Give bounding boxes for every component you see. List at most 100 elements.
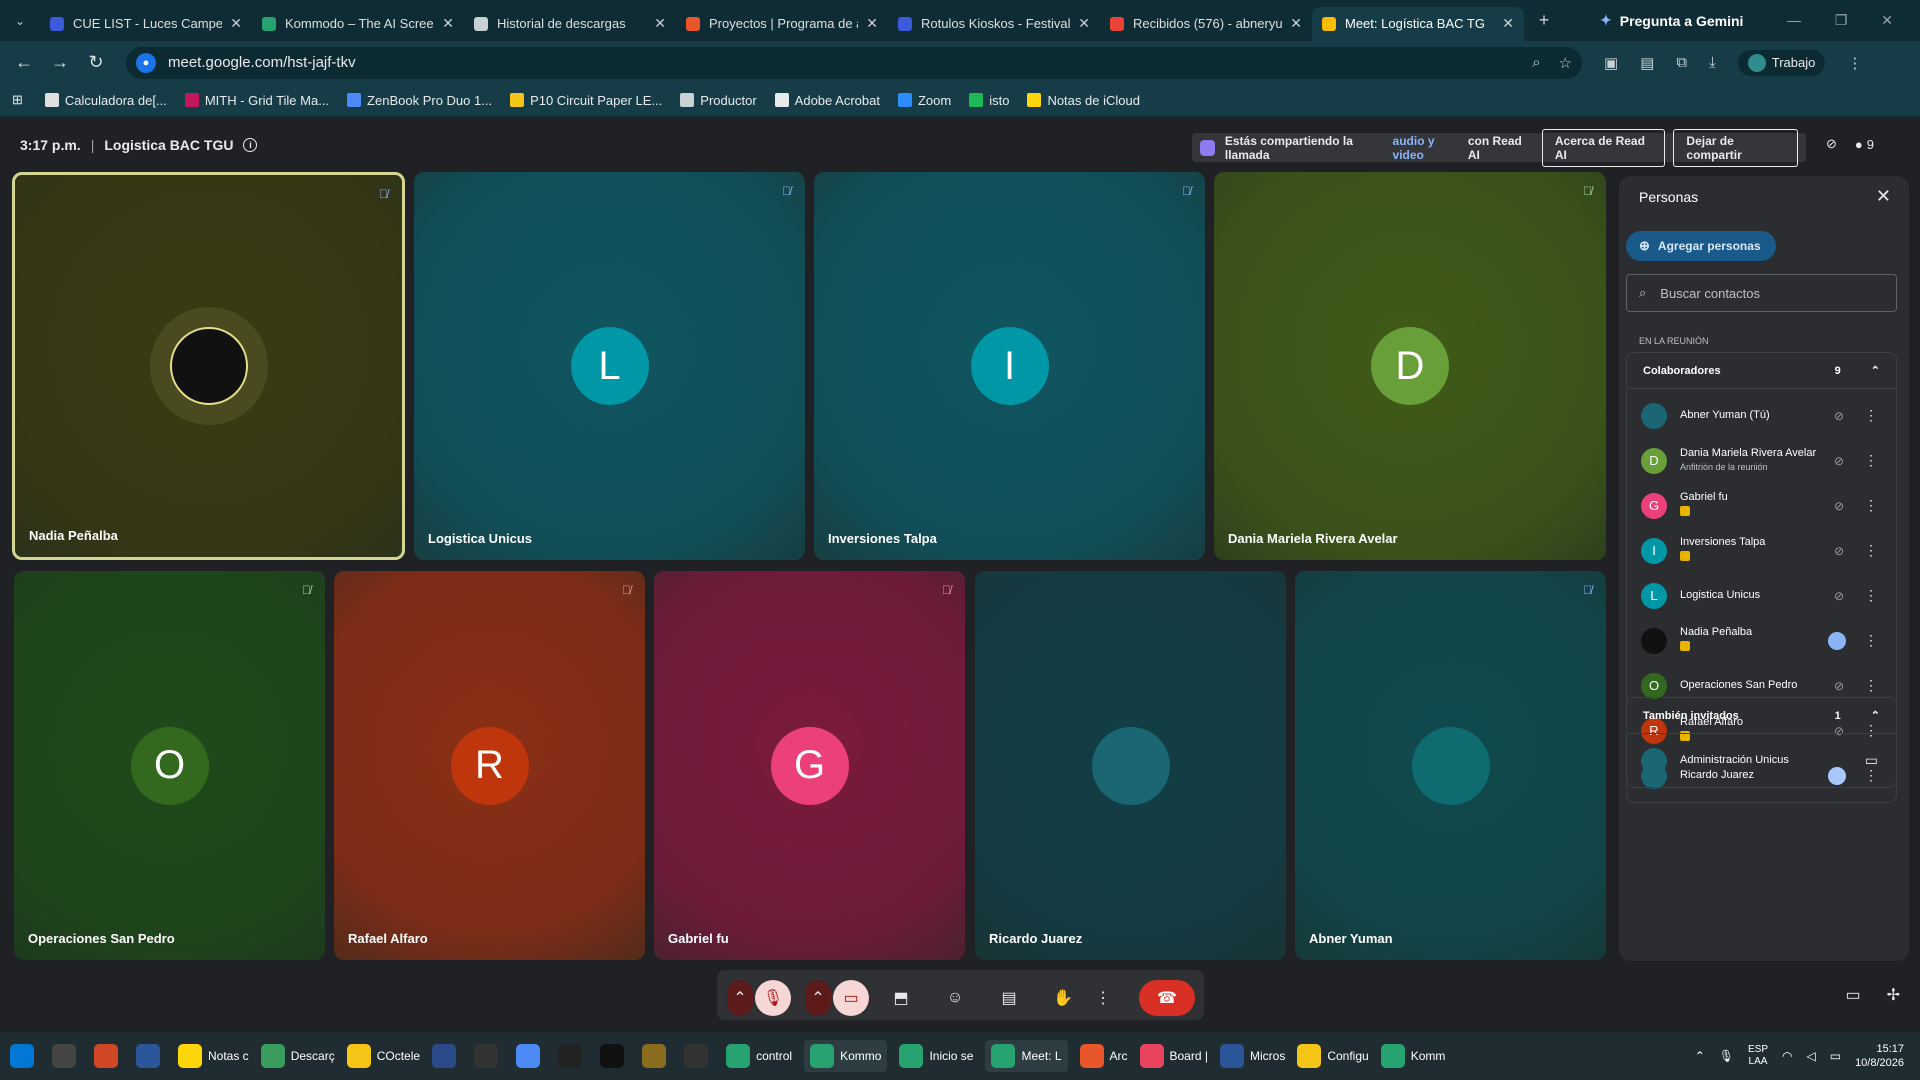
browser-tab[interactable]: Recibidos (576) - abneryun ✕ [1100, 7, 1312, 41]
audio-options-icon[interactable]: ⌃ [727, 980, 753, 1016]
back-icon[interactable]: ← [6, 52, 42, 73]
person-more-icon[interactable]: ⋮ [1864, 407, 1878, 424]
taskbar-app[interactable]: Micros [1219, 1044, 1285, 1068]
close-tab-icon[interactable]: ✕ [230, 15, 242, 32]
more-options-icon[interactable]: ⋮ [1093, 980, 1113, 1016]
participant-tile[interactable]: 🎙̸ R Rafael Alfaro [334, 571, 645, 960]
close-tab-icon[interactable]: ✕ [654, 15, 666, 32]
download-icon[interactable]: ⤓ [1709, 54, 1716, 71]
bookmark-item[interactable]: isto [969, 93, 1009, 108]
gemini-button[interactable]: ✦ Pregunta a Gemini [1600, 12, 1743, 29]
bookmark-item[interactable]: MITH - Grid Tile Ma... [184, 93, 329, 108]
taskbar-app[interactable]: Configu [1297, 1044, 1369, 1068]
close-panel-icon[interactable]: ✕ [1876, 186, 1891, 207]
bookmark-star-icon[interactable]: ☆ [1559, 54, 1572, 72]
contact-search-input[interactable]: ⌕ Buscar contactos [1626, 274, 1897, 312]
chevron-up-icon[interactable]: ⌃ [1871, 709, 1880, 722]
participant-tile[interactable]: 🎙̸ I Inversiones Talpa [814, 172, 1205, 560]
person-more-icon[interactable]: ⋮ [1864, 677, 1878, 694]
add-people-button[interactable]: ⊕ Agregar personas [1626, 231, 1776, 261]
participant-tile[interactable]: 🎙̸ G Gabriel fu [654, 571, 965, 960]
person-more-icon[interactable]: ⋮ [1864, 587, 1878, 604]
mic-muted-icon[interactable]: ⊘ [1834, 589, 1844, 603]
participant-list-item[interactable]: G Gabriel fu ⊘ ⋮ [1627, 483, 1896, 528]
close-window-icon[interactable]: ✕ [1881, 12, 1893, 29]
browser-tab[interactable]: Rotulos Kioskos - Festival ✕ [888, 7, 1100, 41]
browser-tab[interactable]: Historial de descargas ✕ [464, 7, 676, 41]
taskbar-app[interactable] [684, 1044, 714, 1068]
wifi-icon[interactable]: ◠ [1782, 1049, 1792, 1063]
participant-tile[interactable]: 🎙̸ O Operaciones San Pedro [14, 571, 325, 960]
taskbar-app[interactable] [516, 1044, 546, 1068]
bookmark-item[interactable]: Calculadora de[... [44, 93, 167, 108]
message-icon[interactable]: ▭ [1865, 752, 1878, 769]
taskbar-app[interactable] [94, 1044, 124, 1068]
taskbar-app[interactable] [642, 1044, 672, 1068]
bookmark-item[interactable]: Notas de iCloud [1027, 93, 1140, 108]
info-icon[interactable]: i [243, 138, 258, 152]
taskbar-app[interactable] [10, 1044, 40, 1068]
invited-header[interactable]: También invitados 1 ⌃ [1627, 698, 1896, 734]
taskbar-app[interactable] [52, 1044, 82, 1068]
mic-site-icon[interactable]: ● [136, 52, 156, 73]
profile-button[interactable]: Trabajo [1737, 49, 1826, 76]
forward-icon[interactable]: → [42, 52, 78, 73]
new-tab-button[interactable]: + [1524, 10, 1564, 31]
taskbar-app[interactable]: Meet: L [985, 1040, 1068, 1072]
bookmark-item[interactable]: Adobe Acrobat [774, 93, 880, 108]
taskbar-app[interactable]: Arc [1079, 1044, 1128, 1068]
invited-list-item[interactable]: Administración Unicus ▭ [1627, 738, 1896, 783]
person-more-icon[interactable]: ⋮ [1864, 542, 1878, 559]
taskbar-app[interactable] [136, 1044, 166, 1068]
person-more-icon[interactable]: ⋮ [1864, 497, 1878, 514]
clock[interactable]: 15:17 10/8/2026 [1855, 1042, 1904, 1071]
menu-kebab-icon[interactable]: ⋮ [1847, 54, 1862, 72]
close-tab-icon[interactable]: ✕ [1290, 15, 1302, 32]
taskbar-app[interactable] [474, 1044, 504, 1068]
raise-hand-icon[interactable]: ✋ [1045, 980, 1081, 1016]
address-bar[interactable]: ● meet.google.com/hst-jajf-tkv ⌕ ☆ [126, 46, 1582, 79]
tray-mic-icon[interactable]: 🎙 [1719, 1049, 1734, 1063]
apps-grid-icon[interactable]: ⊞ [12, 92, 23, 108]
mic-off-icon[interactable]: 🎙 [755, 980, 791, 1016]
taskbar-app[interactable] [600, 1044, 630, 1068]
cast-icon[interactable]: ▤ [1640, 54, 1654, 72]
browser-tab[interactable]: Kommodo – The AI Screen ✕ [252, 7, 464, 41]
stop-sharing-button[interactable]: Dejar de compartir [1673, 128, 1798, 167]
taskbar-app[interactable]: Kommo [804, 1040, 888, 1072]
battery-icon[interactable]: ▭ [1830, 1049, 1841, 1063]
camera-off-button-icon[interactable]: ▭ [833, 980, 869, 1016]
mic-muted-icon[interactable]: ⊘ [1834, 499, 1844, 513]
zoom-icon[interactable]: ⌕ [1532, 54, 1540, 72]
participant-tile[interactable]: 🎙̸ Abner Yuman [1295, 571, 1606, 960]
camera-off-icon[interactable]: ⊘ [1826, 136, 1837, 152]
taskbar-app[interactable] [432, 1044, 462, 1068]
taskbar-app[interactable] [558, 1044, 588, 1068]
browser-tab[interactable]: CUE LIST - Luces Campero ✕ [40, 7, 252, 41]
participant-list-item[interactable]: Nadia Peñalba ⋮ [1627, 618, 1896, 663]
participant-tile[interactable]: Ricardo Juarez [975, 571, 1286, 960]
close-tab-icon[interactable]: ✕ [442, 15, 454, 32]
close-tab-icon[interactable]: ✕ [1502, 15, 1514, 32]
bookmark-item[interactable]: Zoom [897, 93, 951, 108]
close-tab-icon[interactable]: ✕ [866, 15, 878, 32]
language-indicator[interactable]: ESP LAA [1748, 1044, 1768, 1068]
emoji-icon[interactable]: ☺ [937, 980, 973, 1016]
mic-muted-icon[interactable]: ⊘ [1834, 409, 1844, 423]
participants-icon[interactable]: ● 9 [1855, 137, 1874, 152]
taskbar-app[interactable]: Board | [1139, 1044, 1208, 1068]
restore-icon[interactable]: ❐ [1835, 12, 1848, 29]
video-options-icon[interactable]: ⌃ [805, 980, 831, 1016]
bookmark-item[interactable]: ZenBook Pro Duo 1... [347, 93, 492, 108]
leave-call-icon[interactable]: ☎ [1139, 980, 1195, 1016]
mic-muted-icon[interactable]: ⊘ [1834, 454, 1844, 468]
mic-muted-icon[interactable]: ⊘ [1834, 679, 1844, 693]
activities-icon[interactable]: ✢ [1887, 985, 1900, 1005]
taskbar-app[interactable]: Descarç [260, 1044, 335, 1068]
person-more-icon[interactable]: ⋮ [1864, 632, 1878, 649]
participant-list-item[interactable]: L Logistica Unicus ⊘ ⋮ [1627, 573, 1896, 618]
tab-search-icon[interactable]: ⌄ [0, 0, 40, 41]
volume-icon[interactable]: ◁ [1806, 1049, 1815, 1063]
extension-icon[interactable]: ▣ [1604, 54, 1618, 72]
reload-icon[interactable]: ↻ [78, 52, 114, 73]
